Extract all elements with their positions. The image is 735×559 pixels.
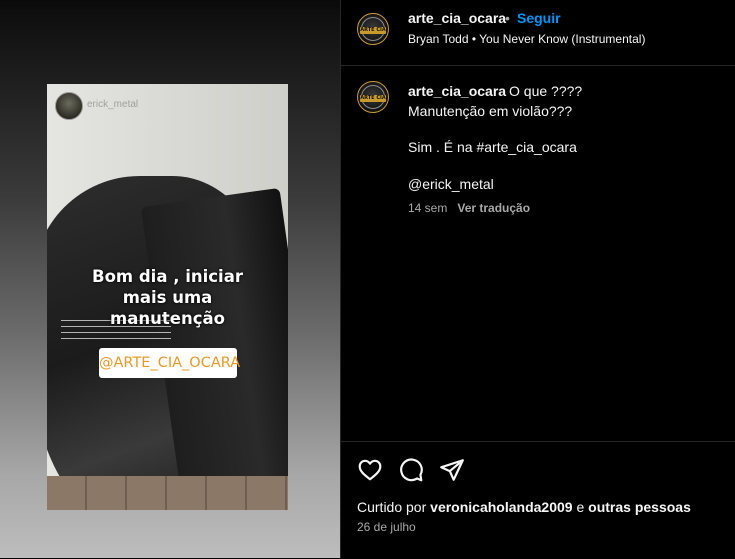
story-avatar: [55, 92, 83, 120]
profile-avatar[interactable]: ARTE CIA: [357, 13, 389, 45]
liked-prefix: Curtido por: [357, 499, 427, 515]
share-icon[interactable]: [439, 457, 465, 483]
header-username[interactable]: arte_cia_ocara: [408, 10, 506, 26]
caption-line-2: Manutenção em violão???: [408, 103, 573, 119]
story-image[interactable]: erick_metal Bom dia , iniciar mais uma m…: [47, 84, 288, 510]
comment-icon[interactable]: [398, 457, 424, 483]
caption-mention[interactable]: @erick_metal: [408, 176, 494, 192]
liked-mid: e: [576, 499, 585, 515]
story-overlay-text: Bom dia , iniciar mais uma manutenção: [47, 266, 288, 329]
header-separator: •: [505, 10, 510, 26]
story-username: erick_metal: [87, 99, 139, 110]
follow-button[interactable]: Seguir: [517, 10, 561, 26]
heart-icon[interactable]: [357, 457, 383, 483]
caption-line-1: O que ????: [509, 83, 583, 99]
post-header: ARTE CIA arte_cia_ocara • Seguir Bryan T…: [341, 0, 735, 66]
story-mention-tag[interactable]: @ARTE_CIA_OCARA: [99, 348, 240, 378]
caption-username[interactable]: arte_cia_ocara: [408, 83, 506, 99]
caption-avatar[interactable]: ARTE CIA: [357, 81, 389, 113]
post-viewer: erick_metal Bom dia , iniciar mais uma m…: [0, 0, 735, 558]
post-sidebar: ARTE CIA arte_cia_ocara • Seguir Bryan T…: [340, 0, 735, 558]
liked-others-link[interactable]: outras pessoas: [588, 499, 691, 515]
overlay-line-2: mais uma: [122, 288, 213, 307]
floor-tiles: [47, 476, 288, 510]
overlay-line-3: manutenção: [110, 309, 225, 328]
action-bar: Curtido por veronicaholanda2009 e outras…: [341, 441, 735, 559]
liked-user-link[interactable]: veronicaholanda2009: [430, 499, 572, 515]
post-date: 26 de julho: [357, 520, 416, 534]
media-pane: erick_metal Bom dia , iniciar mais uma m…: [0, 0, 340, 558]
overlay-line-1: Bom dia , iniciar: [92, 267, 243, 286]
audio-track-link[interactable]: Bryan Todd • You Never Know (Instrumenta…: [408, 32, 645, 46]
translate-link[interactable]: Ver tradução: [457, 201, 530, 215]
likes-summary: Curtido por veronicaholanda2009 e outras…: [357, 499, 691, 515]
caption-line-3: Sim . É na #arte_cia_ocara: [408, 139, 577, 155]
caption-meta: 14 sem Ver tradução: [408, 201, 530, 215]
post-age: 14 sem: [408, 201, 448, 215]
